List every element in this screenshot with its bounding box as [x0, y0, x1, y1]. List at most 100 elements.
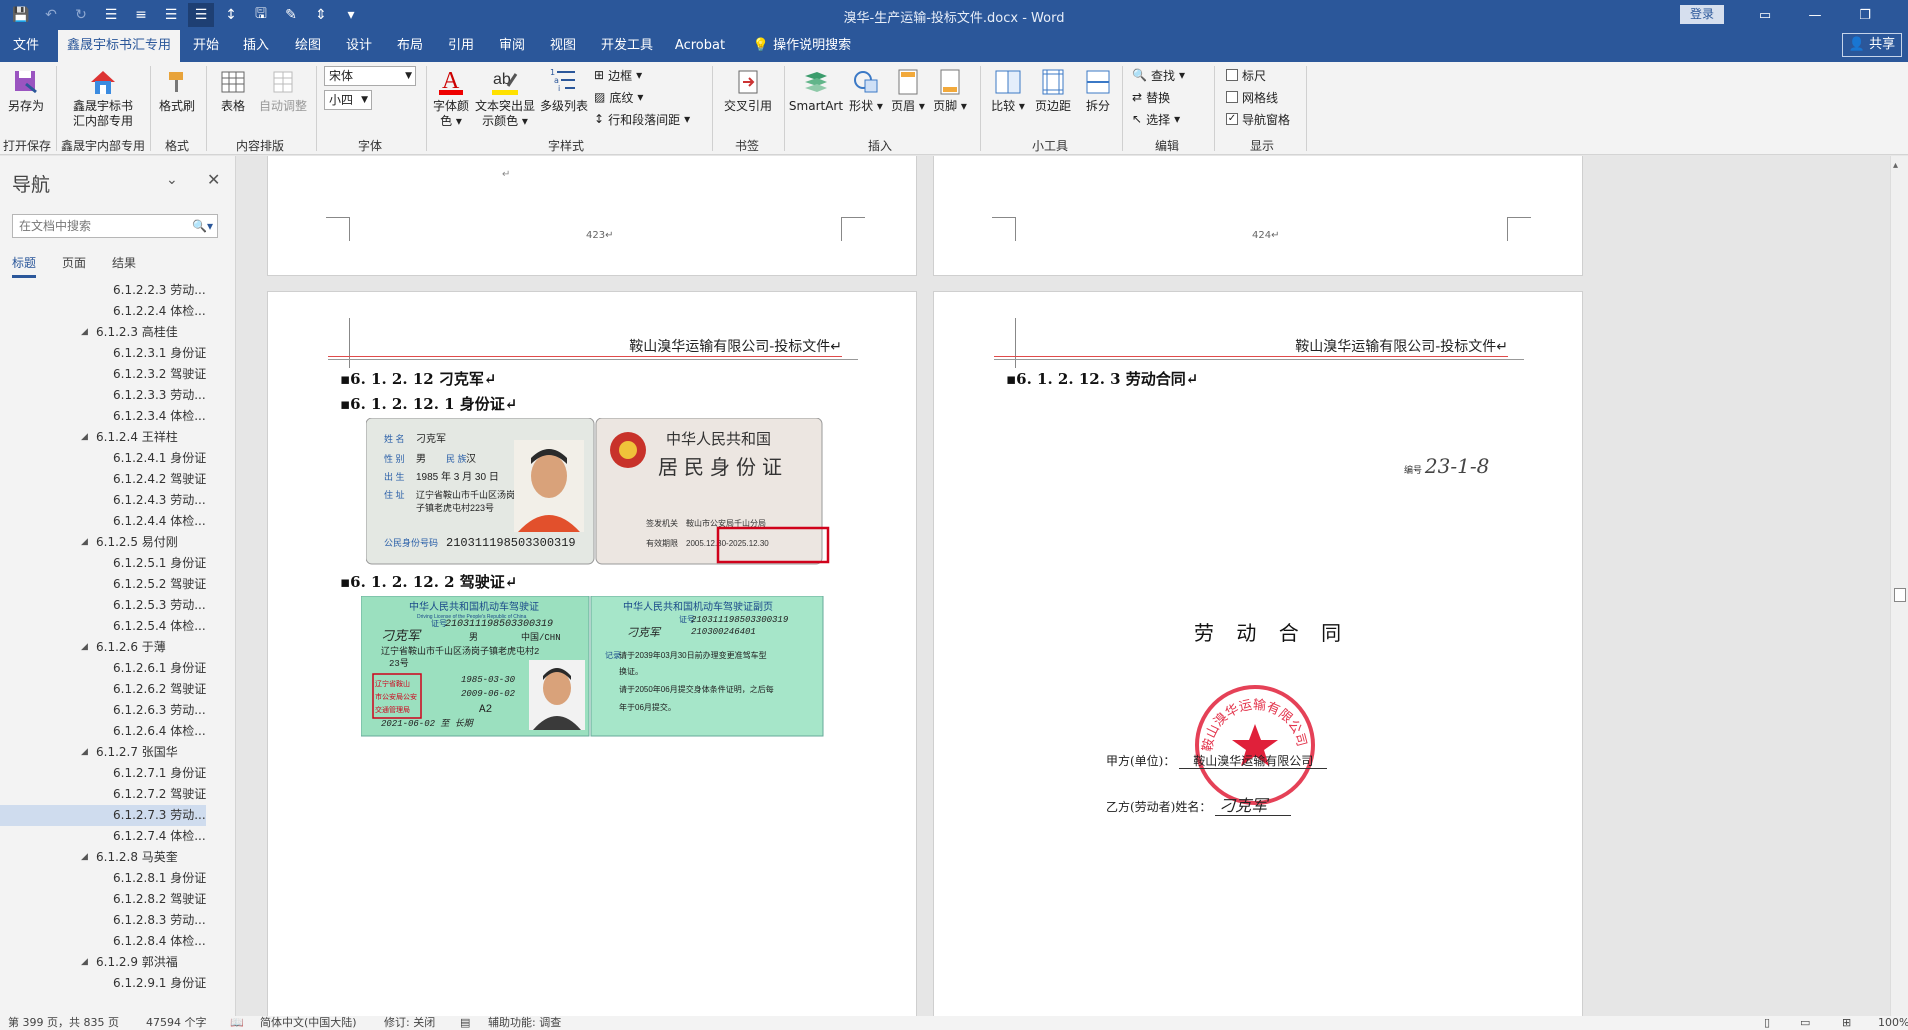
nav-heading-item[interactable]: 6.1.2.8.3 劳动...	[0, 910, 236, 931]
read-mode-icon[interactable]: ▯	[1764, 1016, 1770, 1030]
nav-heading-item[interactable]: 6.1.2.5.4 体检...	[0, 616, 236, 637]
collapse-triangle-icon[interactable]: ◢	[81, 847, 88, 868]
smartart-button[interactable]: SmartArt	[788, 68, 844, 114]
align-left-icon[interactable]: ☰	[98, 3, 124, 27]
nav-heading-item[interactable]: ◢ 6.1.2.7 张国华	[0, 742, 236, 763]
compare-button[interactable]: 比较 ▾	[988, 68, 1028, 114]
nav-heading-item[interactable]: ◢ 6.1.2.6 于薄	[0, 637, 236, 658]
nav-heading-item[interactable]: 6.1.2.6.1 身份证	[0, 658, 236, 679]
align-center-icon[interactable]: ≡	[128, 3, 154, 27]
nav-heading-item[interactable]: 6.1.2.6.3 劳动...	[0, 700, 236, 721]
nav-heading-item[interactable]: 6.1.2.8.4 体检...	[0, 931, 236, 952]
nav-heading-item[interactable]: 6.1.2.8.2 驾驶证	[0, 889, 236, 910]
save-as-icon[interactable]: 🖫	[248, 3, 274, 27]
vertical-scrollbar[interactable]: ▴	[1890, 156, 1908, 1016]
tab-references[interactable]: 引用	[441, 30, 481, 62]
format-painter-icon[interactable]: ✎	[278, 3, 304, 27]
line-spacing-icon[interactable]: ↕	[218, 3, 244, 27]
xsy-button[interactable]: 鑫晟宇标书 汇内部专用	[60, 68, 146, 129]
nav-pane-checkbox[interactable]: ✓ 导航窗格	[1226, 110, 1290, 128]
nav-heading-item[interactable]: 6.1.2.2.4 体检...	[0, 301, 236, 322]
tab-xsy[interactable]: 鑫晟宇标书汇专用	[58, 30, 180, 62]
nav-heading-item[interactable]: 6.1.2.5.2 驾驶证	[0, 574, 236, 595]
collapse-triangle-icon[interactable]: ◢	[81, 532, 88, 553]
align-right-icon[interactable]: ☰	[158, 3, 184, 27]
ruler-checkbox[interactable]: 标尺	[1226, 66, 1266, 84]
zoom-level[interactable]: 100%	[1878, 1016, 1908, 1030]
nav-heading-item[interactable]: ◢ 6.1.2.3 高桂佳	[0, 322, 236, 343]
tab-acrobat[interactable]: Acrobat	[670, 30, 730, 62]
nav-heading-item[interactable]: 6.1.2.8.1 身份证	[0, 868, 236, 889]
highlight-button[interactable]: ab 文本突出显 示颜色 ▾	[474, 66, 536, 129]
gridlines-checkbox[interactable]: 网格线	[1226, 88, 1278, 106]
tab-view[interactable]: 视图	[543, 30, 583, 62]
minimize-icon[interactable]: —	[1790, 0, 1840, 30]
nav-heading-item[interactable]: 6.1.2.6.4 体检...	[0, 721, 236, 742]
status-accessibility[interactable]: 辅助功能: 调查	[488, 1016, 561, 1030]
heading-id-card[interactable]: ▪6. 1. 2. 12. 1 身份证↵	[340, 393, 517, 414]
nav-heading-item[interactable]: 6.1.2.4.2 驾驶证	[0, 469, 236, 490]
border-button[interactable]: ⊞ 边框 ▾	[594, 66, 642, 84]
collapse-triangle-icon[interactable]: ◢	[81, 637, 88, 658]
nav-heading-item[interactable]: 6.1.2.7.2 驾驶证	[0, 784, 236, 805]
nav-heading-item[interactable]: 6.1.2.7.4 体检...	[0, 826, 236, 847]
format-painter-button[interactable]: 格式刷	[154, 68, 200, 114]
nav-heading-item[interactable]: 6.1.2.3.1 身份证	[0, 343, 236, 364]
status-page[interactable]: 第 399 页，共 835 页	[8, 1016, 119, 1030]
nav-heading-item[interactable]: 6.1.2.5.1 身份证	[0, 553, 236, 574]
login-button[interactable]: 登录	[1680, 5, 1724, 24]
collapse-triangle-icon[interactable]: ◢	[81, 742, 88, 763]
tab-draw[interactable]: 绘图	[288, 30, 328, 62]
collapse-triangle-icon[interactable]: ◢	[81, 427, 88, 448]
driving-license-image[interactable]: 中华人民共和国机动车驾驶证 Driving License of the Peo…	[361, 596, 827, 738]
nav-heading-item[interactable]: 6.1.2.4.3 劳动...	[0, 490, 236, 511]
redo-icon[interactable]: ↻	[68, 3, 94, 27]
heading-license[interactable]: ▪6. 1. 2. 12. 2 驾驶证↵	[340, 571, 517, 592]
nav-heading-item[interactable]: ◢ 6.1.2.5 易付刚	[0, 532, 236, 553]
collapse-triangle-icon[interactable]: ◢	[81, 952, 88, 973]
find-button[interactable]: 🔍 查找 ▾	[1132, 66, 1185, 84]
spacing-icon[interactable]: ⇕	[308, 3, 334, 27]
tab-file[interactable]: 文件	[4, 30, 48, 62]
status-track-changes[interactable]: 修订: 关闭	[384, 1016, 435, 1030]
margins-button[interactable]: 页边距	[1030, 68, 1076, 114]
nav-heading-item[interactable]: ◢ 6.1.2.8 马英奎	[0, 847, 236, 868]
nav-heading-item[interactable]: 6.1.2.7.1 身份证	[0, 763, 236, 784]
nav-search-input[interactable]: 在文档中搜索 🔍▾	[12, 214, 218, 238]
tab-review[interactable]: 审阅	[492, 30, 532, 62]
tab-design[interactable]: 设计	[339, 30, 379, 62]
restore-icon[interactable]: ❐	[1840, 0, 1890, 30]
font-name-combo[interactable]: 宋体 ▼	[324, 66, 416, 86]
tell-me-search[interactable]: 💡 操作说明搜索	[748, 30, 856, 62]
cross-reference-button[interactable]: 交叉引用	[718, 68, 778, 114]
shape-button[interactable]: 形状 ▾	[846, 68, 886, 114]
nav-heading-item[interactable]: 6.1.2.6.2 驾驶证	[0, 679, 236, 700]
status-language[interactable]: 简体中文(中国大陆)	[260, 1016, 357, 1030]
undo-icon[interactable]: ↶	[38, 3, 64, 27]
paragraph-spacing-button[interactable]: ↕ 行和段落间距 ▾	[594, 110, 690, 128]
nav-heading-item[interactable]: 6.1.2.5.3 劳动...	[0, 595, 236, 616]
collapse-triangle-icon[interactable]: ◢	[81, 322, 88, 343]
justify-icon[interactable]: ☰	[188, 3, 214, 27]
font-color-button[interactable]: A 字体颜色 ▾	[430, 66, 472, 129]
customize-qat-icon[interactable]: ▾	[338, 3, 364, 27]
nav-heading-item[interactable]: ◢ 6.1.2.9 郭洪福	[0, 952, 236, 973]
proofing-icon[interactable]: 📖	[230, 1016, 244, 1030]
nav-heading-item[interactable]: 6.1.2.9.1 身份证	[0, 973, 236, 994]
tab-insert[interactable]: 插入	[236, 30, 276, 62]
header-button[interactable]: 页眉 ▾	[888, 68, 928, 114]
auto-adjust-button[interactable]: 自动调整	[256, 68, 310, 114]
replace-button[interactable]: ⇄ 替换	[1132, 88, 1170, 106]
heading-contract[interactable]: ▪6. 1. 2. 12. 3 劳动合同↵	[1006, 368, 1198, 389]
split-button[interactable]: 拆分	[1078, 68, 1118, 114]
close-icon[interactable]: ✕	[207, 170, 220, 189]
nav-heading-item[interactable]: 6.1.2.7.3 劳动...	[0, 805, 206, 826]
save-icon[interactable]: 💾	[8, 3, 34, 27]
nav-tab-headings[interactable]: 标题	[12, 254, 37, 278]
status-words[interactable]: 47594 个字	[146, 1016, 207, 1030]
id-card-image[interactable]: 姓 名 性 别 民 族 出 生 住 址 公民身份号码 刁克军 男 汉 1985 …	[366, 418, 836, 566]
nav-heading-item[interactable]: 6.1.2.3.3 劳动...	[0, 385, 236, 406]
tab-home[interactable]: 开始	[186, 30, 226, 62]
shading-button[interactable]: ▨ 底纹 ▾	[594, 88, 643, 106]
nav-tab-results[interactable]: 结果	[112, 254, 136, 278]
